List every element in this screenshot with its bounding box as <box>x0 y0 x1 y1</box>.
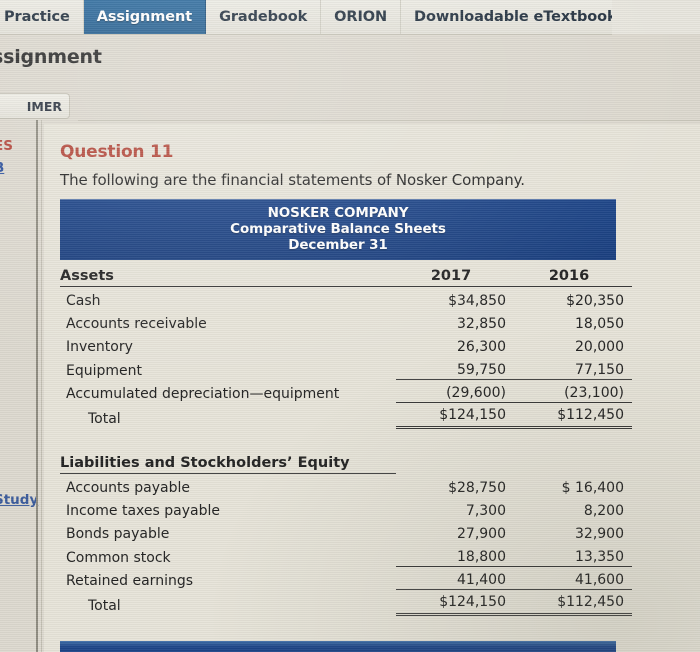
table-row: Income taxes payable 7,300 8,200 <box>60 497 632 520</box>
table-section-spacer <box>60 428 632 448</box>
statement-header: NOSKER COMPANY Comparative Balance Sheet… <box>60 199 616 260</box>
disclaimer-button[interactable]: IMER <box>0 93 70 119</box>
header-divider <box>78 120 700 121</box>
row-value: $28,750 <box>448 480 506 496</box>
tab-orion-label: ORION <box>334 9 388 25</box>
sidebar-item-resources[interactable]: ES <box>0 138 13 154</box>
tab-assignment[interactable]: Assignment <box>83 0 207 34</box>
row-value: $20,350 <box>566 293 624 309</box>
table-row: Total $124,150 $112,450 <box>60 589 632 616</box>
row-value: 59,750 <box>457 362 506 378</box>
row-value: 27,900 <box>457 526 506 542</box>
row-value: (29,600) <box>396 379 514 403</box>
sidebar-item-b[interactable]: B <box>0 160 4 176</box>
row-value: 32,850 <box>457 316 506 332</box>
row-label: Total <box>88 410 121 427</box>
column-header-year: 2017 <box>396 260 514 287</box>
statement-company-name: NOSKER COMPANY <box>267 205 409 221</box>
sidebar-divider-secondary <box>41 120 42 652</box>
section-heading: Assets <box>60 260 396 287</box>
row-label: Cash <box>66 293 101 309</box>
row-value: 20,000 <box>575 339 624 355</box>
table-row: Accounts receivable 32,850 18,050 <box>60 310 632 333</box>
row-label: Retained earnings <box>66 572 194 589</box>
row-value: 41,600 <box>514 566 632 590</box>
row-value: 7,300 <box>465 503 506 519</box>
tab-downloadable-etextbook-label: Downloadable eTextbook <box>414 9 617 25</box>
page-title: ssignment <box>0 46 102 68</box>
row-value: $124,150 <box>396 589 514 616</box>
column-header-year: 2016 <box>514 260 632 287</box>
tab-gradebook[interactable]: Gradebook <box>206 0 322 34</box>
row-value: $112,450 <box>514 589 632 616</box>
row-value: $124,150 <box>396 402 514 429</box>
sidebar-item-study[interactable]: Study <box>0 492 38 508</box>
row-value: $112,450 <box>514 402 632 429</box>
row-value: 13,350 <box>575 549 624 565</box>
row-label: Total <box>88 597 121 614</box>
column-header-year <box>396 447 514 474</box>
row-label: Common stock <box>66 549 171 566</box>
table-row: Retained earnings 41,400 41,600 <box>60 566 632 590</box>
tab-practice[interactable]: Practice <box>0 0 84 34</box>
table-section-header: Assets 2017 2016 <box>60 260 632 287</box>
sidebar-divider <box>36 120 38 652</box>
row-label: Accounts receivable <box>66 316 207 332</box>
tab-orion[interactable]: ORION <box>321 0 402 34</box>
tab-practice-label: Practice <box>4 9 70 25</box>
row-value: 26,300 <box>457 339 506 355</box>
top-tab-bar: Practice Assignment Gradebook ORION Down… <box>0 0 700 35</box>
question-content-panel: Question 11 The following are the financ… <box>44 124 700 652</box>
next-statement-header-peek <box>60 641 616 652</box>
row-label: Equipment <box>66 362 142 379</box>
disclaimer-button-label: IMER <box>26 98 62 114</box>
section-heading: Liabilities and Stockholders’ Equity <box>60 447 396 474</box>
row-value: $ 16,400 <box>561 480 624 496</box>
table-row: Inventory 26,300 20,000 <box>60 333 632 356</box>
row-label: Bonds payable <box>66 526 170 542</box>
row-value: 32,900 <box>575 526 624 542</box>
row-value: 41,400 <box>396 566 514 590</box>
table-row: Accounts payable $28,750 $ 16,400 <box>60 474 632 498</box>
sidebar: ES B Study <box>0 126 38 652</box>
table-row: Bonds payable 27,900 32,900 <box>60 520 632 543</box>
statement-title: Comparative Balance Sheets <box>230 221 446 237</box>
tab-gradebook-label: Gradebook <box>219 9 308 25</box>
row-label: Accumulated depreciation—equipment <box>66 385 340 402</box>
comparative-balance-sheet: NOSKER COMPANY Comparative Balance Sheet… <box>60 199 632 616</box>
row-value: 18,800 <box>457 549 506 565</box>
table-row: Accumulated depreciation—equipment (29,60… <box>60 379 632 403</box>
statement-date: December 31 <box>288 237 388 253</box>
row-value: $34,850 <box>448 293 506 309</box>
table-row: Total $124,150 $112,450 <box>60 402 632 429</box>
table-row: Cash $34,850 $20,350 <box>60 287 632 311</box>
table-row: Equipment 59,750 77,150 <box>60 356 632 380</box>
row-label: Inventory <box>66 339 133 355</box>
row-value: 77,150 <box>575 362 624 378</box>
table-row: Common stock 18,800 13,350 <box>60 543 632 567</box>
tab-assignment-label: Assignment <box>96 9 193 25</box>
table-section-header: Liabilities and Stockholders’ Equity <box>60 447 632 474</box>
question-title: Question 11 <box>60 142 174 162</box>
balance-sheet-table: Assets 2017 2016 Cash $34,850 $20,350 Accounts… <box>60 260 632 616</box>
row-value: 8,200 <box>583 503 624 519</box>
question-intro-text: The following are the financial statemen… <box>60 171 525 189</box>
row-label: Income taxes payable <box>66 503 220 519</box>
column-header-year <box>514 447 632 474</box>
row-value: (23,100) <box>514 379 632 403</box>
row-value: 18,050 <box>575 316 624 332</box>
tab-downloadable-etextbook[interactable]: Downloadable eTextbook <box>401 0 631 34</box>
row-label: Accounts payable <box>66 480 190 496</box>
